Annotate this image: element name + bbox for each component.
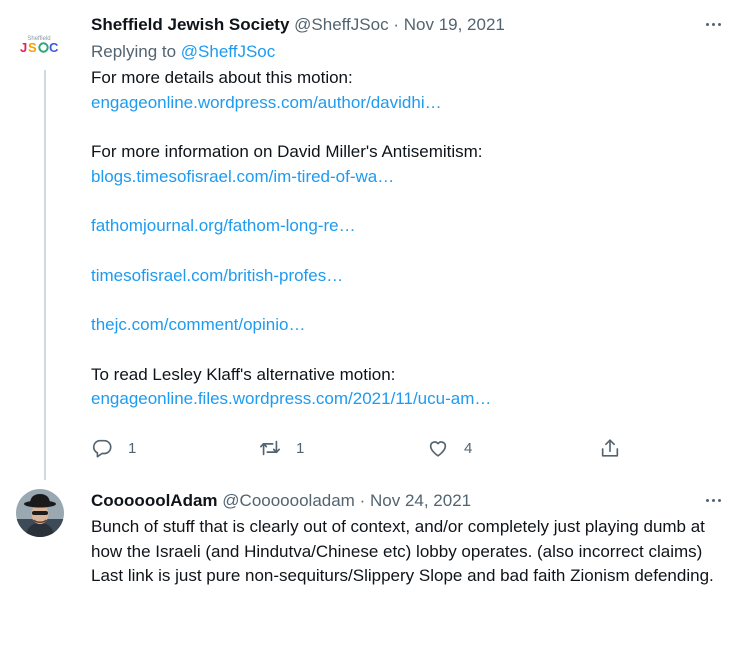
svg-text:S: S xyxy=(28,40,37,55)
text-line: For more information on David Miller's A… xyxy=(91,142,483,161)
text-line: For more details about this motion: xyxy=(91,68,353,87)
share-button[interactable] xyxy=(599,436,621,460)
tweet-cooooooladam[interactable]: CoooooolAdam @Cooooooladam · Nov 24, 202… xyxy=(0,480,750,645)
retweet-button[interactable]: 1 xyxy=(259,436,304,460)
replying-to: Replying to @SheffJSoc xyxy=(91,39,730,65)
user-handle[interactable]: @Cooooooladam xyxy=(222,491,355,510)
like-count: 4 xyxy=(464,439,473,457)
link-engageonline-files[interactable]: engageonline.files.wordpress.com/2021/11… xyxy=(91,389,491,408)
profile-photo-icon xyxy=(16,489,64,537)
link-fathomjournal[interactable]: fathomjournal.org/fathom-long-re… xyxy=(91,216,356,235)
link-thejc[interactable]: thejc.com/comment/opinio… xyxy=(91,315,305,334)
thread-line xyxy=(44,70,46,480)
svg-text:J: J xyxy=(20,40,27,55)
separator: · xyxy=(393,15,399,34)
text-line: To read Lesley Klaff's alternative motio… xyxy=(91,364,396,384)
tweet-sheffield-jewish-society[interactable]: Sheffield J S C Sheffield Jewish Society… xyxy=(0,0,750,480)
tweet-text: For more details about this motion: enga… xyxy=(91,66,730,412)
tweet-date[interactable]: Nov 19, 2021 xyxy=(404,15,505,34)
tweet-content: CoooooolAdam @Cooooooladam · Nov 24, 202… xyxy=(91,489,730,589)
separator: · xyxy=(359,491,366,510)
tweet-actions: 1 1 4 xyxy=(91,436,631,460)
text-line: Bunch of stuff that is clearly out of co… xyxy=(91,517,705,561)
share-icon xyxy=(601,439,619,457)
link-engageonline-author[interactable]: engageonline.wordpress.com/author/davidh… xyxy=(91,93,442,112)
replying-mention[interactable]: @SheffJSoc xyxy=(181,42,275,61)
user-handle[interactable]: @SheffJSoc xyxy=(294,15,388,34)
link-timesofisrael[interactable]: timesofisrael.com/british-profes… xyxy=(91,266,343,285)
link-timesofisrael-blog[interactable]: blogs.timesofisrael.com/im-tired-of-wa… xyxy=(91,167,394,186)
tweet-text: Bunch of stuff that is clearly out of co… xyxy=(91,515,730,589)
tweet-date[interactable]: Nov 24, 2021 xyxy=(370,491,471,510)
replying-label: Replying to xyxy=(91,42,177,61)
heart-icon xyxy=(429,441,447,457)
reply-count: 1 xyxy=(128,439,137,457)
retweet-count: 1 xyxy=(296,439,305,457)
like-button[interactable]: 4 xyxy=(427,436,472,460)
tweet-content: Sheffield Jewish Society @SheffJSoc · No… xyxy=(91,13,730,412)
jsoc-logo-icon: Sheffield J S C xyxy=(20,36,59,55)
svg-text:C: C xyxy=(49,40,59,55)
reply-icon xyxy=(92,439,112,458)
reply-button[interactable]: 1 xyxy=(91,436,136,460)
display-name[interactable]: CoooooolAdam xyxy=(91,491,218,510)
avatar-cooooooladam[interactable] xyxy=(16,489,64,537)
retweet-icon xyxy=(260,440,280,456)
tweet-header: Sheffield Jewish Society @SheffJSoc · No… xyxy=(91,13,730,37)
text-line: Last link is just pure non-sequiturs/Sli… xyxy=(91,566,714,585)
tweet-header: CoooooolAdam @Cooooooladam · Nov 24, 202… xyxy=(91,489,730,513)
avatar-sheffjsoc[interactable]: Sheffield J S C xyxy=(15,20,63,68)
display-name[interactable]: Sheffield Jewish Society xyxy=(91,15,289,34)
